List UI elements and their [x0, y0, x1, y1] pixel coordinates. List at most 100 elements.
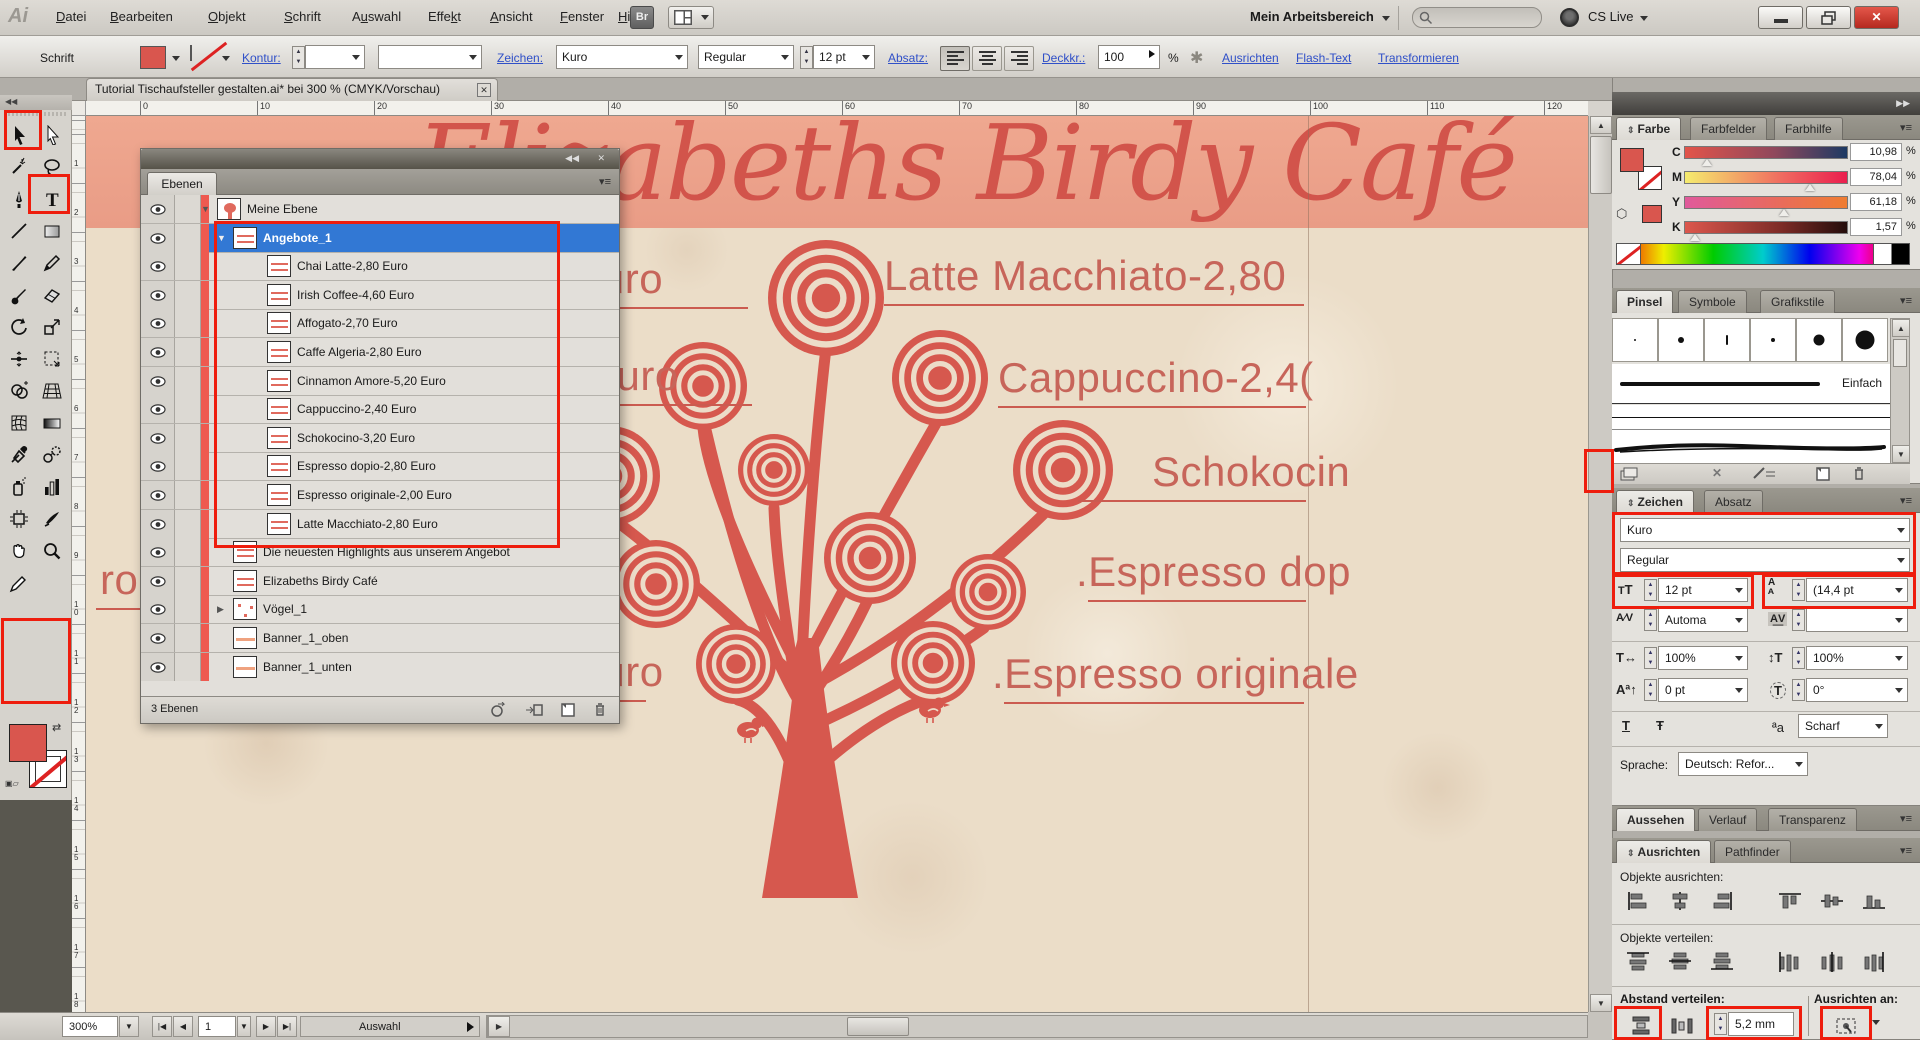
menu-auswahl[interactable]: Auswahl — [352, 9, 401, 24]
layer-thumbnail[interactable] — [267, 255, 291, 277]
direct-selection-tool[interactable] — [37, 122, 67, 150]
brush-swatch-5[interactable] — [1796, 318, 1842, 362]
toggle-lock-cell[interactable] — [175, 452, 201, 480]
panel-menu-icon[interactable]: ▾≡ — [1900, 812, 1912, 825]
layer-thumbnail[interactable] — [233, 570, 257, 592]
brush-charcoal-row[interactable] — [1612, 429, 1890, 463]
panel-menu-icon[interactable]: ▾≡ — [599, 175, 611, 188]
line-segment-tool[interactable] — [4, 218, 34, 246]
scroll-down-icon[interactable]: ▼ — [1892, 445, 1910, 463]
font-size-field[interactable]: 12 pt — [813, 45, 875, 69]
font-style-dropdown[interactable]: Regular — [698, 45, 794, 69]
panel-menu-icon[interactable]: ▾≡ — [1900, 121, 1912, 134]
eraser-tool[interactable] — [37, 282, 67, 310]
gamut-swatch[interactable] — [1642, 205, 1662, 223]
prev-artboard-icon[interactable]: ◀ — [173, 1016, 193, 1037]
toggle-lock-cell[interactable] — [175, 653, 201, 681]
layer-row-schokocino-3-20-euro[interactable]: Schokocino-3,20 Euro — [141, 424, 619, 453]
char-vscale-field[interactable]: 100% — [1806, 646, 1908, 670]
eye-icon[interactable] — [150, 433, 166, 444]
layer-name[interactable]: Meine Ebene — [247, 202, 318, 216]
zoom-tool[interactable] — [37, 538, 67, 566]
none-swatch[interactable] — [1617, 244, 1641, 264]
tab-farbfelder[interactable]: Farbfelder — [1690, 117, 1767, 140]
char-font-style-dropdown[interactable]: Regular — [1620, 548, 1910, 572]
rotation-stepper[interactable]: ▲▼ — [1792, 679, 1805, 701]
distribute-left-button[interactable] — [1772, 948, 1808, 974]
tab-farbhilfe[interactable]: Farbhilfe — [1774, 117, 1843, 140]
char-font-size-field[interactable]: 12 pt — [1658, 578, 1748, 602]
minimize-button[interactable] — [1758, 6, 1803, 29]
toggle-visibility-cell[interactable] — [141, 224, 175, 252]
layer-thumbnail[interactable] — [217, 198, 241, 220]
brush-swatch-2[interactable] — [1658, 318, 1704, 362]
layer-row-angebote-1[interactable]: ▼ Angebote_1 — [141, 224, 619, 253]
toggle-lock-cell[interactable] — [175, 338, 201, 366]
layer-thumbnail[interactable] — [267, 284, 291, 306]
panel-menu-icon[interactable]: ▾≡ — [1900, 844, 1912, 857]
layer-thumbnail[interactable] — [233, 541, 257, 563]
blob-brush-tool[interactable] — [4, 282, 34, 310]
brush-fine-row[interactable] — [1612, 405, 1890, 429]
disclosure-open-icon[interactable]: ▼ — [217, 233, 226, 243]
slider-thumb[interactable] — [1690, 234, 1700, 241]
horizontal-scrollbar-thumb[interactable] — [847, 1017, 909, 1036]
eye-icon[interactable] — [150, 347, 166, 358]
close-button[interactable]: ✕ — [1854, 6, 1899, 29]
channel-value-y[interactable]: 61,18 — [1850, 193, 1902, 211]
layer-row-meine-ebene[interactable]: ▼Meine Ebene — [141, 195, 619, 224]
scroll-up-icon[interactable]: ▲ — [1892, 319, 1910, 337]
restore-button[interactable] — [1806, 6, 1851, 29]
align-right-button[interactable] — [1704, 888, 1740, 914]
horizontal-scrollbar[interactable]: ◀ ▶ — [486, 1015, 1588, 1038]
perspective-grid-tool[interactable] — [37, 378, 67, 406]
symbol-sprayer-tool[interactable] — [4, 474, 34, 502]
toggle-lock-cell[interactable] — [175, 281, 201, 309]
toggle-lock-cell[interactable] — [175, 367, 201, 395]
gradient-tool[interactable] — [37, 410, 67, 438]
brush-scrollbar[interactable]: ▲ ▼ — [1890, 318, 1910, 464]
toggle-visibility-cell[interactable] — [141, 395, 175, 423]
layer-name[interactable]: Espresso originale-2,00 Euro — [297, 488, 452, 502]
layer-thumbnail[interactable] — [267, 312, 291, 334]
stroke-profile-dropdown[interactable] — [378, 45, 482, 69]
slice-tool[interactable] — [37, 506, 67, 534]
underline-button[interactable]: T — [1622, 718, 1630, 733]
layer-row-v-gel-1[interactable]: ▶Vögel_1 — [141, 595, 619, 624]
tracking-stepper[interactable]: ▲▼ — [1792, 609, 1805, 631]
layer-name[interactable]: Caffe Algeria-2,80 Euro — [297, 345, 422, 359]
eye-icon[interactable] — [150, 604, 166, 615]
opacity-field[interactable]: 100 — [1098, 45, 1160, 69]
vertical-distribute-space-button[interactable] — [1622, 1012, 1658, 1038]
align-vcenter-button[interactable] — [1814, 888, 1850, 914]
layer-name[interactable]: Banner_1_oben — [263, 631, 348, 645]
toggle-visibility-cell[interactable] — [141, 424, 175, 452]
fill-color-well[interactable] — [9, 724, 47, 762]
layer-name[interactable]: Angebote_1 — [263, 231, 332, 245]
brush-swatch-3[interactable] — [1704, 318, 1750, 362]
toggle-visibility-cell[interactable] — [141, 367, 175, 395]
distribute-bottom-button[interactable] — [1704, 948, 1740, 974]
new-layer-icon[interactable] — [559, 702, 579, 718]
hscale-stepper[interactable]: ▲▼ — [1644, 647, 1657, 669]
panel-collapse-icon[interactable]: ◀◀ — [565, 153, 579, 164]
panel-close-icon[interactable]: ✕ — [597, 153, 605, 164]
channel-slider-y[interactable] — [1684, 196, 1848, 209]
pen-tool[interactable] — [4, 186, 34, 214]
char-rotation-field[interactable]: 0° — [1806, 678, 1908, 702]
align-top-button[interactable] — [1772, 888, 1808, 914]
toolbar-collapse-button[interactable]: ◀◀ — [0, 95, 72, 110]
menu-effekt[interactable]: Effekt — [428, 9, 461, 24]
layer-row-cappuccino-2-40-euro[interactable]: Cappuccino-2,40 Euro — [141, 395, 619, 424]
layer-thumbnail[interactable] — [233, 598, 257, 620]
baseline-stepper[interactable]: ▲▼ — [1644, 679, 1657, 701]
tab-ebenen[interactable]: Ebenen — [147, 172, 217, 195]
remove-brush-stroke-icon[interactable]: ✕ — [1712, 466, 1722, 480]
align-to-artboard-button[interactable] — [1826, 1012, 1866, 1038]
zoom-level-field[interactable]: 300% — [62, 1016, 118, 1037]
eye-icon[interactable] — [150, 633, 166, 644]
scroll-up-icon[interactable]: ▲ — [1590, 116, 1612, 134]
layer-row-caffe-algeria-2-80-euro[interactable]: Caffe Algeria-2,80 Euro — [141, 338, 619, 367]
layer-row-espresso-originale-2-00-euro[interactable]: Espresso originale-2,00 Euro — [141, 481, 619, 510]
layer-row-cinnamon-amore-5-20-euro[interactable]: Cinnamon Amore-5,20 Euro — [141, 367, 619, 396]
